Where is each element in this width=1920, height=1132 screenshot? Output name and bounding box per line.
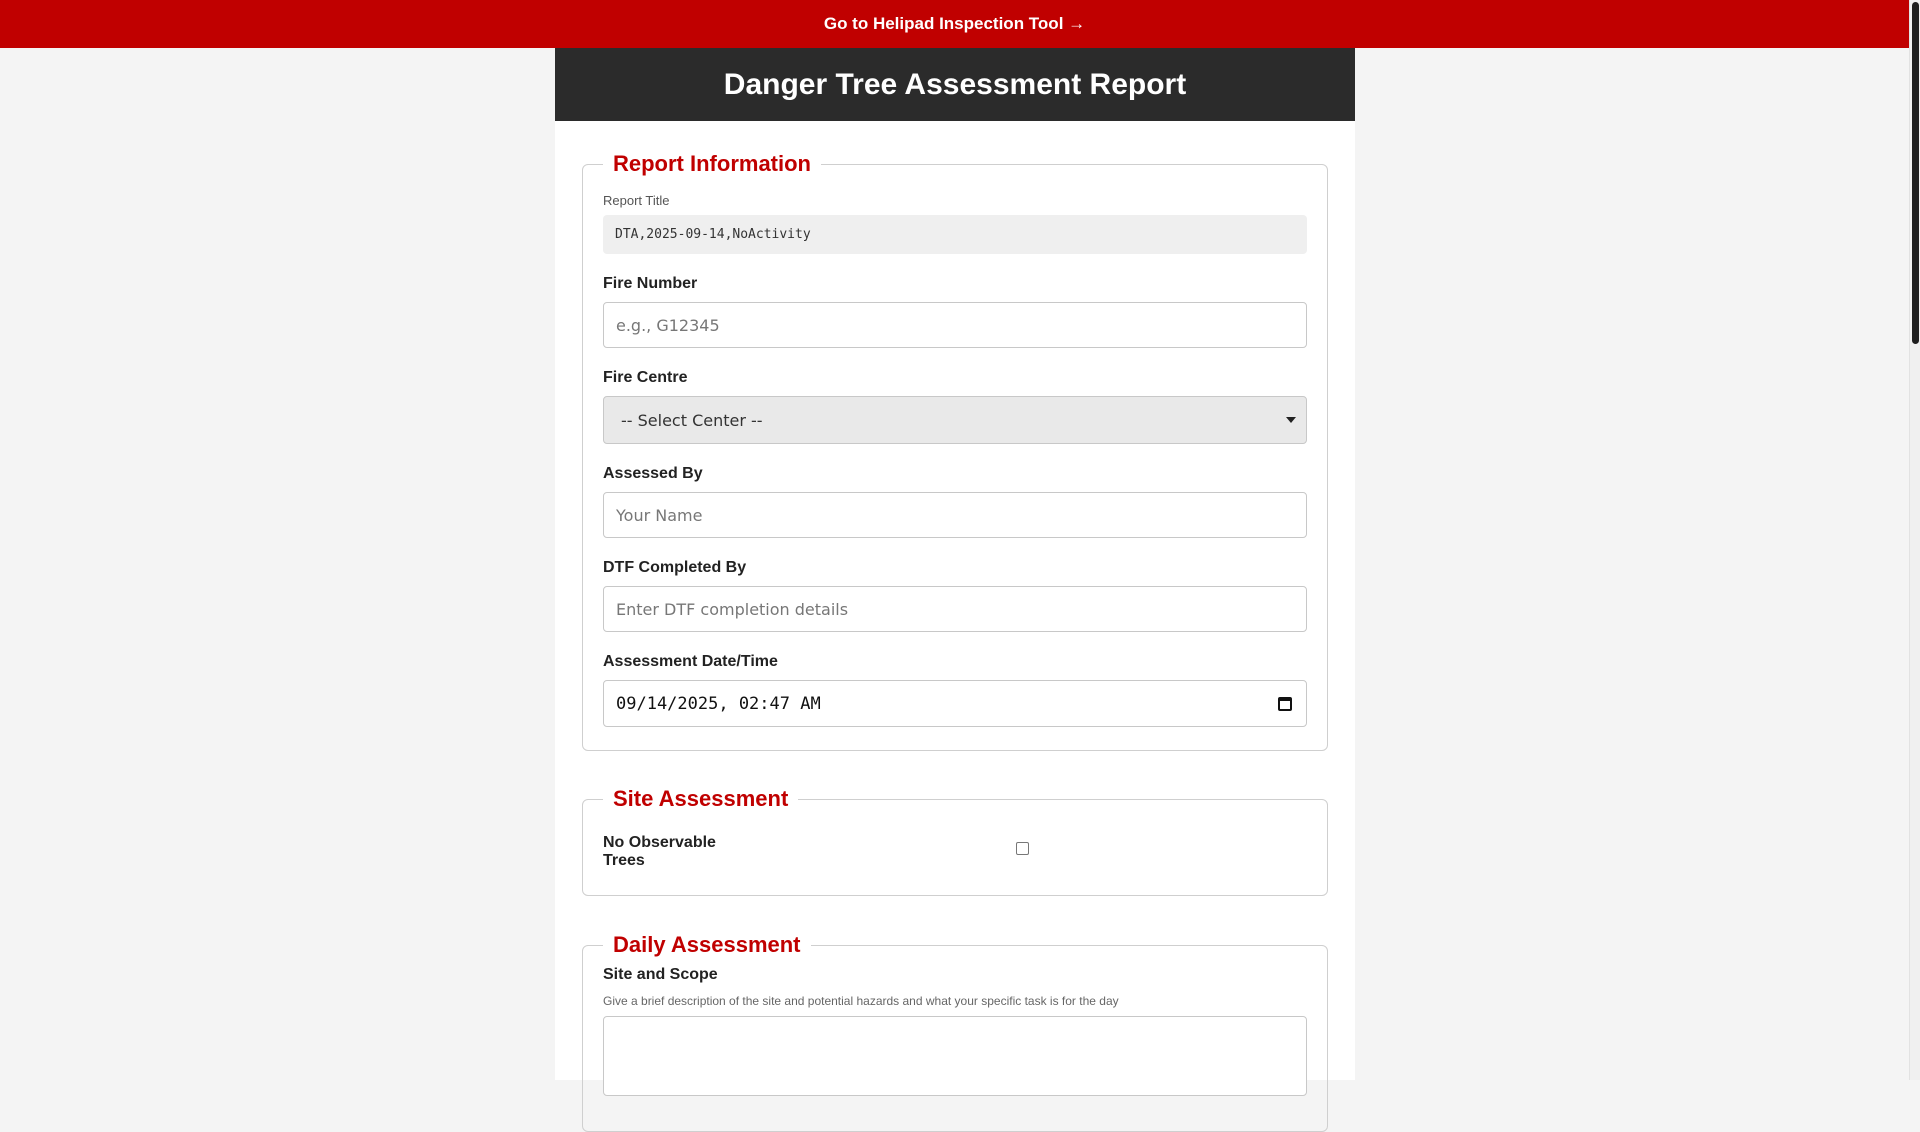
no-observable-trees-checkbox[interactable] bbox=[1016, 842, 1029, 855]
assessment-datetime-value: 09/14/2025, 02:47 AM bbox=[616, 693, 821, 714]
site-and-scope-textarea[interactable] bbox=[603, 1016, 1307, 1096]
site-and-scope-help-text: Give a brief description of the site and… bbox=[603, 994, 1119, 1008]
assessment-datetime-input[interactable]: 09/14/2025, 02:47 AM bbox=[603, 680, 1307, 727]
fire-number-label: Fire Number bbox=[603, 275, 698, 292]
report-container: Danger Tree Assessment Report Report Inf… bbox=[555, 48, 1355, 1132]
helipad-tool-link[interactable]: Go to Helipad Inspection Tool → bbox=[824, 14, 1085, 34]
assessed-by-input[interactable] bbox=[603, 492, 1307, 538]
report-information-section: Report Information Report Title DTA,2025… bbox=[582, 151, 1328, 751]
page-scrollbar[interactable] bbox=[1909, 0, 1920, 1080]
dtf-completed-by-label: DTF Completed By bbox=[603, 559, 747, 576]
section-legend-site-assessment: Site Assessment bbox=[613, 786, 789, 811]
site-assessment-section: Site Assessment No Observable Trees bbox=[582, 786, 1328, 896]
dtf-completed-by-input[interactable] bbox=[603, 586, 1307, 632]
assessment-datetime-label: Assessment Date/Time bbox=[603, 653, 778, 670]
no-observable-trees-label: No Observable Trees bbox=[603, 834, 716, 869]
report-title-field: DTA,2025-09-14,NoActivity bbox=[603, 215, 1307, 254]
section-legend-report-information: Report Information bbox=[613, 151, 811, 176]
chevron-down-icon bbox=[1286, 417, 1296, 423]
calendar-icon[interactable] bbox=[1278, 697, 1292, 711]
fire-centre-selected-value: -- Select Center -- bbox=[621, 410, 763, 430]
no-observable-trees-row: No Observable Trees bbox=[603, 834, 1307, 894]
top-banner: Go to Helipad Inspection Tool → bbox=[0, 0, 1909, 48]
fire-centre-select[interactable]: -- Select Center -- bbox=[603, 396, 1307, 444]
daily-assessment-section: Daily Assessment Site and Scope Give a b… bbox=[582, 932, 1328, 1132]
scrollbar-thumb[interactable] bbox=[1912, 2, 1919, 344]
section-legend-daily-assessment: Daily Assessment bbox=[613, 932, 801, 957]
assessed-by-label: Assessed By bbox=[603, 465, 703, 482]
page-header: Danger Tree Assessment Report bbox=[555, 48, 1355, 121]
report-title-label: Report Title bbox=[603, 193, 670, 208]
page-title: Danger Tree Assessment Report bbox=[723, 67, 1187, 101]
fire-number-input[interactable] bbox=[603, 302, 1307, 348]
site-and-scope-label: Site and Scope bbox=[603, 966, 718, 983]
fire-centre-label: Fire Centre bbox=[603, 369, 688, 386]
